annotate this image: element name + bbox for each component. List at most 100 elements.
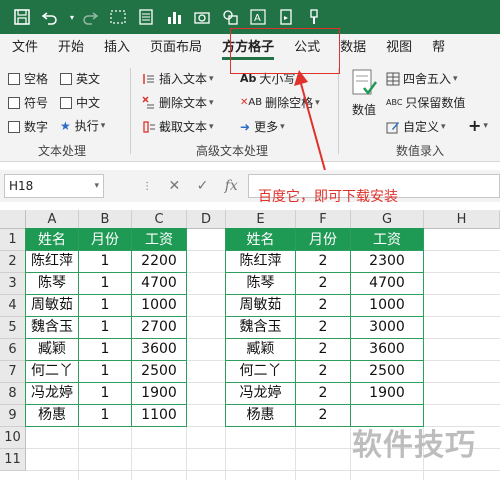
row-header-1[interactable]: 1 [0, 229, 26, 251]
column-header-e[interactable]: E [226, 210, 296, 229]
cell-g3[interactable]: 4700 [351, 272, 424, 295]
number-button[interactable]: 数值 [346, 68, 382, 118]
table-header-cell[interactable]: 工资 [351, 228, 424, 251]
cell-a8[interactable]: 冯龙婷 [25, 382, 79, 405]
checkbox-symbol[interactable]: 符号 [8, 94, 48, 111]
cell-a4[interactable]: 周敏茹 [25, 294, 79, 317]
row-header-4[interactable]: 4 [0, 295, 26, 317]
cell-g8[interactable]: 1900 [351, 382, 424, 405]
cell-f3[interactable]: 2 [296, 272, 351, 295]
cell-e7[interactable]: 何二丫 [225, 360, 296, 383]
cell-f7[interactable]: 2 [296, 360, 351, 383]
tab-home[interactable]: 开始 [48, 34, 94, 62]
cell-c6[interactable]: 3600 [132, 338, 187, 361]
cell-a5[interactable]: 魏含玉 [25, 316, 79, 339]
delete-text-button[interactable]: 删除文本 ▾ [142, 94, 214, 111]
select-all-corner[interactable] [0, 210, 26, 229]
column-header-h[interactable]: H [424, 210, 500, 229]
cell-a3[interactable]: 陈琴 [25, 272, 79, 295]
cell-b4[interactable]: 1 [79, 294, 132, 317]
table-header-cell[interactable]: 工资 [132, 228, 187, 251]
cell-a2[interactable]: 陈红萍 [25, 250, 79, 273]
column-header-g[interactable]: G [351, 210, 424, 229]
column-header-d[interactable]: D [187, 210, 226, 229]
table-header-cell[interactable]: 姓名 [25, 228, 79, 251]
cell-g6[interactable]: 3600 [351, 338, 424, 361]
redo-icon[interactable] [80, 7, 100, 27]
cell-a6[interactable]: 臧颖 [25, 338, 79, 361]
cell-c3[interactable]: 4700 [132, 272, 187, 295]
tab-help[interactable]: 帮 [422, 34, 455, 62]
row-header-10[interactable]: 10 [0, 427, 26, 449]
row-header-7[interactable]: 7 [0, 361, 26, 383]
round-button[interactable]: 四舍五入 ▾ [386, 70, 458, 87]
row-header-5[interactable]: 5 [0, 317, 26, 339]
custom-button[interactable]: 自定义 ▾ [386, 118, 446, 135]
tab-view[interactable]: 视图 [376, 34, 422, 62]
text-box-icon[interactable]: A [248, 7, 268, 27]
chart-icon[interactable] [164, 7, 184, 27]
checkbox-number[interactable]: 数字 [8, 118, 48, 135]
tab-file[interactable]: 文件 [2, 34, 48, 62]
cell-b5[interactable]: 1 [79, 316, 132, 339]
cell-e3[interactable]: 陈琴 [225, 272, 296, 295]
cell-e5[interactable]: 魏含玉 [225, 316, 296, 339]
cell-f2[interactable]: 2 [296, 250, 351, 273]
cell-c5[interactable]: 2700 [132, 316, 187, 339]
cell-g7[interactable]: 2500 [351, 360, 424, 383]
checkbox-chinese[interactable]: 中文 [60, 94, 100, 111]
table-header-cell[interactable]: 姓名 [225, 228, 296, 251]
cell-b7[interactable]: 1 [79, 360, 132, 383]
column-header-c[interactable]: C [132, 210, 187, 229]
execute-button[interactable]: ★ 执行 ▾ [60, 117, 105, 134]
column-header-a[interactable]: A [26, 210, 79, 229]
row-header-3[interactable]: 3 [0, 273, 26, 295]
cut-text-button[interactable]: 截取文本 ▾ [142, 118, 214, 135]
row-header-11[interactable]: 11 [0, 449, 26, 471]
cell-a7[interactable]: 何二丫 [25, 360, 79, 383]
cell-f5[interactable]: 2 [296, 316, 351, 339]
cancel-icon[interactable]: ✕ [169, 178, 181, 194]
cell-b3[interactable]: 1 [79, 272, 132, 295]
cell-c8[interactable]: 1900 [132, 382, 187, 405]
cell-b2[interactable]: 1 [79, 250, 132, 273]
row-header-6[interactable]: 6 [0, 339, 26, 361]
name-box[interactable]: H18 ▾ [4, 174, 104, 198]
selection-icon[interactable] [108, 7, 128, 27]
cell-a9[interactable]: 杨惠 [25, 404, 79, 427]
cell-g2[interactable]: 2300 [351, 250, 424, 273]
cell-e6[interactable]: 臧颖 [225, 338, 296, 361]
cell-b9[interactable]: 1 [79, 404, 132, 427]
cell-f9[interactable]: 2 [296, 404, 351, 427]
more-button[interactable]: ➜ 更多 ▾ [240, 118, 285, 135]
undo-icon[interactable] [40, 7, 60, 27]
brush-icon[interactable] [304, 7, 324, 27]
cell-f4[interactable]: 2 [296, 294, 351, 317]
plus-button[interactable]: + ▾ [468, 116, 488, 135]
cell-f6[interactable]: 2 [296, 338, 351, 361]
save-icon[interactable] [12, 7, 32, 27]
macro-icon[interactable] [276, 7, 296, 27]
row-header-9[interactable]: 9 [0, 405, 26, 427]
cell-g5[interactable]: 3000 [351, 316, 424, 339]
chevron-down-icon[interactable]: ▾ [68, 7, 76, 27]
tab-insert[interactable]: 插入 [94, 34, 140, 62]
tab-page-layout[interactable]: 页面布局 [140, 34, 212, 62]
form-icon[interactable] [136, 7, 156, 27]
camera-icon[interactable] [192, 7, 212, 27]
cell-c9[interactable]: 1100 [132, 404, 187, 427]
insert-text-button[interactable]: 插入文本 ▾ [142, 70, 214, 87]
column-header-f[interactable]: F [296, 210, 351, 229]
shape-icon[interactable] [220, 7, 240, 27]
table-header-cell[interactable]: 月份 [296, 228, 351, 251]
cell-g4[interactable]: 1000 [351, 294, 424, 317]
column-header-b[interactable]: B [79, 210, 132, 229]
cell-e8[interactable]: 冯龙婷 [225, 382, 296, 405]
cell-e4[interactable]: 周敏茹 [225, 294, 296, 317]
cell-b6[interactable]: 1 [79, 338, 132, 361]
keep-numbers-button[interactable]: ABC 只保留数值 [386, 94, 465, 111]
cell-f8[interactable]: 2 [296, 382, 351, 405]
cell-c4[interactable]: 1000 [132, 294, 187, 317]
cell-b8[interactable]: 1 [79, 382, 132, 405]
cell-c2[interactable]: 2200 [132, 250, 187, 273]
